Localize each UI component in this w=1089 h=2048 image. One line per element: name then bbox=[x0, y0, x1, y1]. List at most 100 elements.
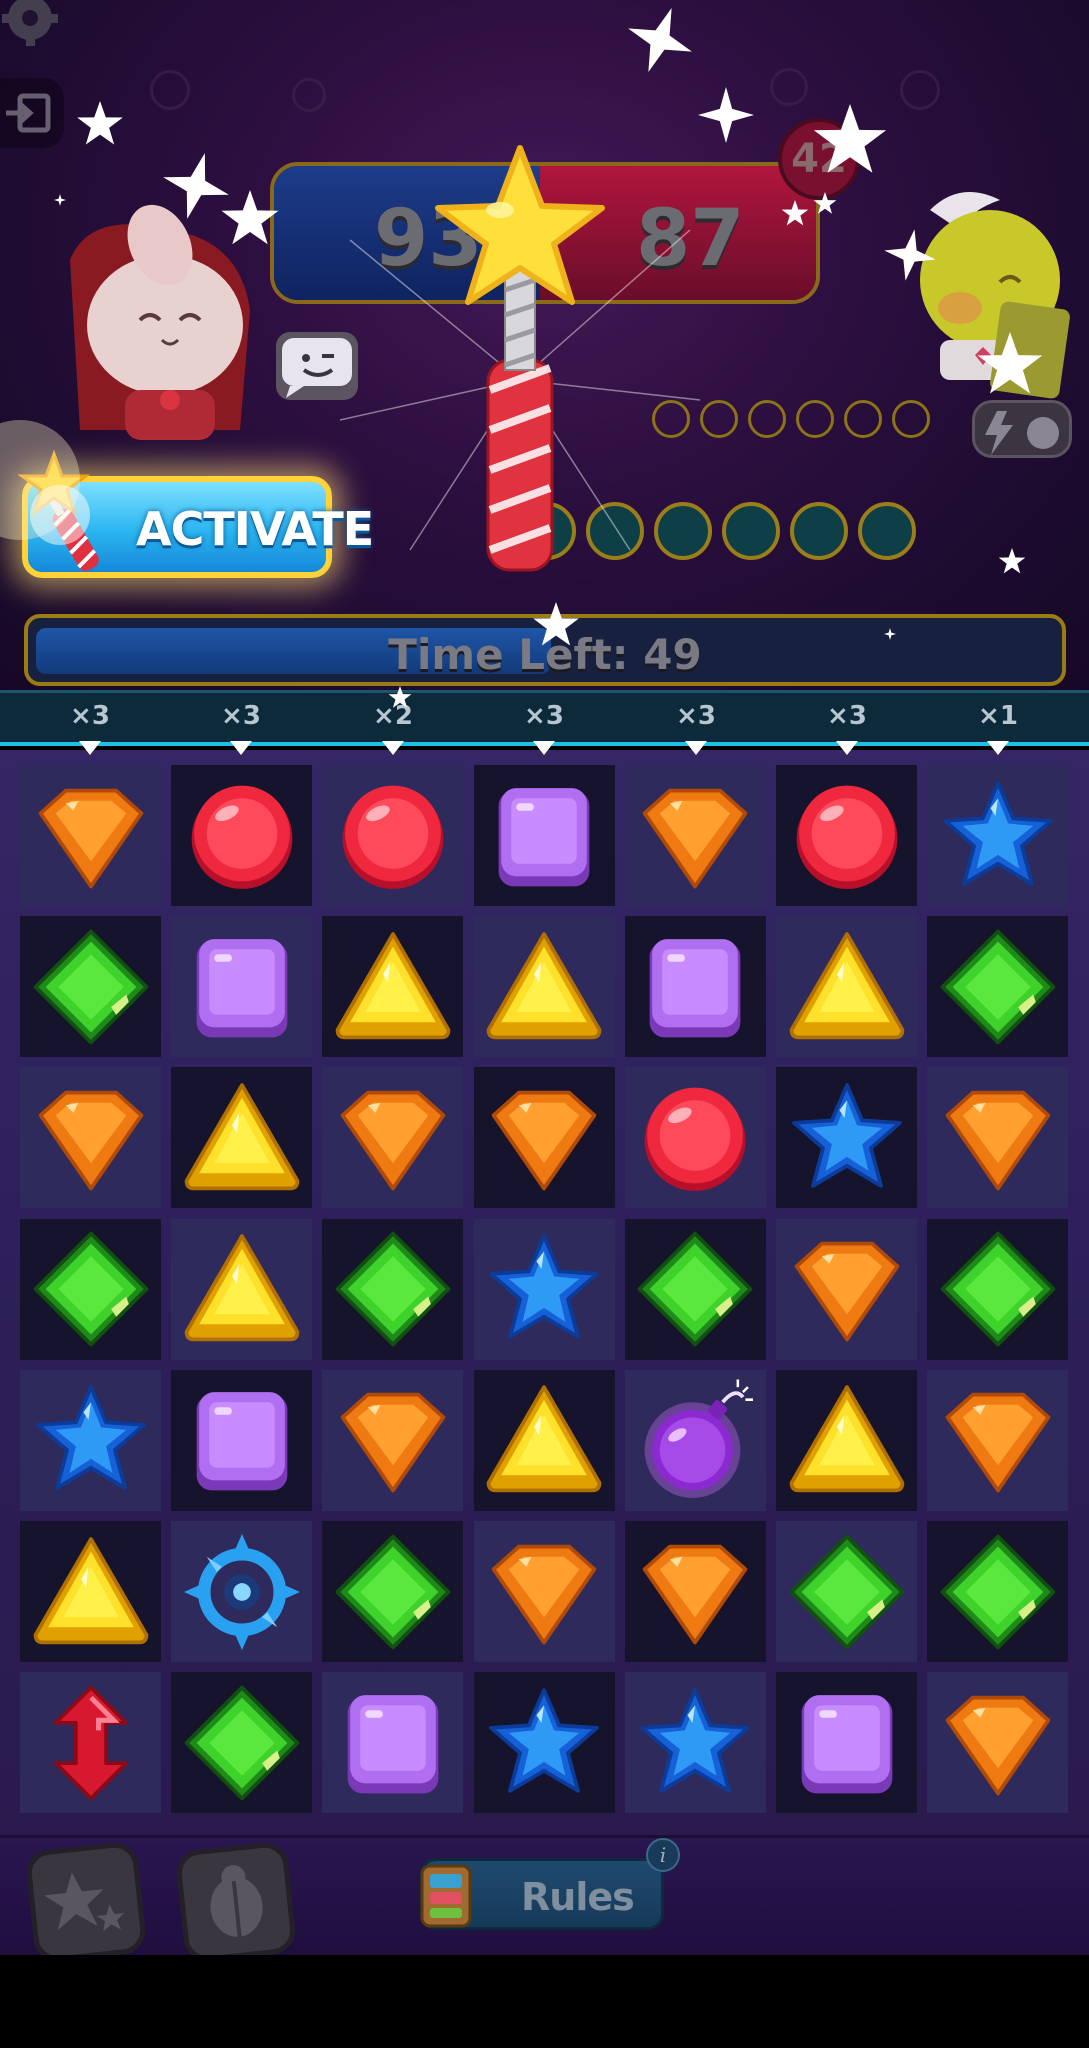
arena: 93 87 42 ACTIVATE Time Left: 49 bbox=[0, 0, 1089, 690]
board-cell[interactable] bbox=[927, 1672, 1069, 1814]
board-cell[interactable] bbox=[624, 1521, 766, 1662]
info-icon[interactable]: i bbox=[646, 1838, 680, 1872]
charge-pip bbox=[844, 400, 882, 438]
stars-booster-icon bbox=[44, 1872, 125, 1932]
orange-gem-icon bbox=[330, 1377, 456, 1503]
board-cell[interactable] bbox=[20, 1521, 161, 1662]
charge-pip bbox=[790, 502, 848, 560]
board-cell[interactable] bbox=[20, 1369, 161, 1511]
purple-gem-icon bbox=[784, 1680, 910, 1806]
lightning-icon bbox=[985, 411, 1059, 455]
board-cell[interactable] bbox=[322, 1672, 464, 1814]
board-cell[interactable] bbox=[322, 1067, 464, 1209]
orange-gem-icon bbox=[481, 1075, 607, 1201]
board-cell[interactable] bbox=[927, 1369, 1069, 1511]
board-cell[interactable] bbox=[20, 1672, 161, 1814]
board-cell[interactable] bbox=[624, 1369, 766, 1511]
board-cell[interactable] bbox=[322, 765, 464, 906]
yellow-gem-icon bbox=[179, 1226, 305, 1352]
column-multipliers: ×3 ×3 ×2 ×3 ×3 ×3 ×1 bbox=[0, 690, 1089, 755]
orange-gem-icon bbox=[330, 1075, 456, 1201]
bottom-padding bbox=[0, 1955, 1089, 2048]
green-gem-icon bbox=[935, 1529, 1061, 1655]
board-cell[interactable] bbox=[322, 1369, 464, 1511]
board-cell[interactable] bbox=[776, 1521, 917, 1662]
green-gem-icon bbox=[330, 1226, 456, 1352]
board-cell[interactable] bbox=[322, 916, 464, 1058]
board-cell[interactable] bbox=[927, 916, 1069, 1058]
stage-light bbox=[900, 70, 940, 110]
purple-gem-icon bbox=[179, 924, 305, 1050]
magic-wand-icon bbox=[17, 449, 99, 571]
purple-gem-icon bbox=[632, 924, 758, 1050]
board-cell[interactable] bbox=[473, 765, 615, 906]
orange-gem-icon bbox=[632, 1529, 758, 1655]
multiplier-col-3: ×2 bbox=[373, 701, 413, 731]
board-cell[interactable] bbox=[927, 1521, 1069, 1662]
charge-pip bbox=[796, 400, 834, 438]
board-cell[interactable] bbox=[171, 1218, 313, 1360]
vertical-arrow-gem-icon bbox=[28, 1680, 154, 1806]
board-cell[interactable] bbox=[473, 1218, 615, 1360]
board-cell[interactable] bbox=[473, 1521, 615, 1662]
booster-slot-2[interactable] bbox=[174, 1840, 298, 1964]
board-cell[interactable] bbox=[322, 1521, 464, 1662]
green-gem-icon bbox=[935, 1226, 1061, 1352]
board-cell[interactable] bbox=[171, 1672, 313, 1814]
green-gem-icon bbox=[330, 1529, 456, 1655]
blue-star-gem-icon bbox=[481, 1680, 607, 1806]
board-cell[interactable] bbox=[20, 765, 161, 906]
board-cell[interactable] bbox=[171, 916, 313, 1058]
yellow-gem-icon bbox=[784, 1377, 910, 1503]
column-arrow bbox=[533, 741, 555, 755]
green-gem-icon bbox=[28, 1226, 154, 1352]
board-cell[interactable] bbox=[473, 1369, 615, 1511]
green-gem-icon bbox=[632, 1226, 758, 1352]
column-arrow bbox=[230, 741, 252, 755]
board-cell[interactable] bbox=[776, 1218, 917, 1360]
opponent-card bbox=[989, 300, 1071, 400]
board-cell[interactable] bbox=[473, 1067, 615, 1209]
yellow-gem-icon bbox=[330, 924, 456, 1050]
board-cell[interactable] bbox=[776, 1067, 917, 1209]
time-left-text: Time Left: 49 bbox=[388, 630, 702, 679]
board-cell[interactable] bbox=[624, 916, 766, 1058]
green-gem-icon bbox=[179, 1680, 305, 1806]
board-cell[interactable] bbox=[624, 765, 766, 906]
board-cell[interactable] bbox=[171, 1369, 313, 1511]
board-cell[interactable] bbox=[171, 1521, 313, 1662]
board-cell[interactable] bbox=[473, 1672, 615, 1814]
board-cell[interactable] bbox=[171, 765, 313, 906]
board-cell[interactable] bbox=[20, 916, 161, 1058]
booster-slot-1[interactable] bbox=[24, 1840, 148, 1964]
board-cell[interactable] bbox=[624, 1218, 766, 1360]
multiplier-col-4: ×3 bbox=[524, 701, 564, 731]
multiplier-col-2: ×3 bbox=[221, 701, 261, 731]
board-cell[interactable] bbox=[776, 765, 917, 906]
board-cell[interactable] bbox=[473, 916, 615, 1058]
board-cell[interactable] bbox=[927, 1218, 1069, 1360]
board-cell[interactable] bbox=[624, 1067, 766, 1209]
board-cell[interactable] bbox=[322, 1218, 464, 1360]
settings-button[interactable] bbox=[0, 0, 64, 50]
orange-gem-icon bbox=[632, 773, 758, 899]
board-cell[interactable] bbox=[776, 1369, 917, 1511]
column-arrow bbox=[685, 741, 707, 755]
board-cell[interactable] bbox=[776, 916, 917, 1058]
blue-star-gem-icon bbox=[784, 1075, 910, 1201]
board-cell[interactable] bbox=[624, 1672, 766, 1814]
board-cell[interactable] bbox=[776, 1672, 917, 1814]
multiplier-col-7: ×1 bbox=[978, 701, 1018, 731]
purple-gem-icon bbox=[179, 1377, 305, 1503]
orange-gem-icon bbox=[28, 1075, 154, 1201]
exit-button[interactable] bbox=[0, 78, 64, 148]
orange-gem-icon bbox=[28, 773, 154, 899]
gear-icon bbox=[2, 0, 58, 46]
board-cell[interactable] bbox=[171, 1067, 313, 1209]
board-cell[interactable] bbox=[927, 1067, 1069, 1209]
board-cell[interactable] bbox=[927, 765, 1069, 906]
player-avatar-left bbox=[50, 200, 270, 450]
red-gem-icon bbox=[179, 773, 305, 899]
board-cell[interactable] bbox=[20, 1067, 161, 1209]
board-cell[interactable] bbox=[20, 1218, 161, 1360]
